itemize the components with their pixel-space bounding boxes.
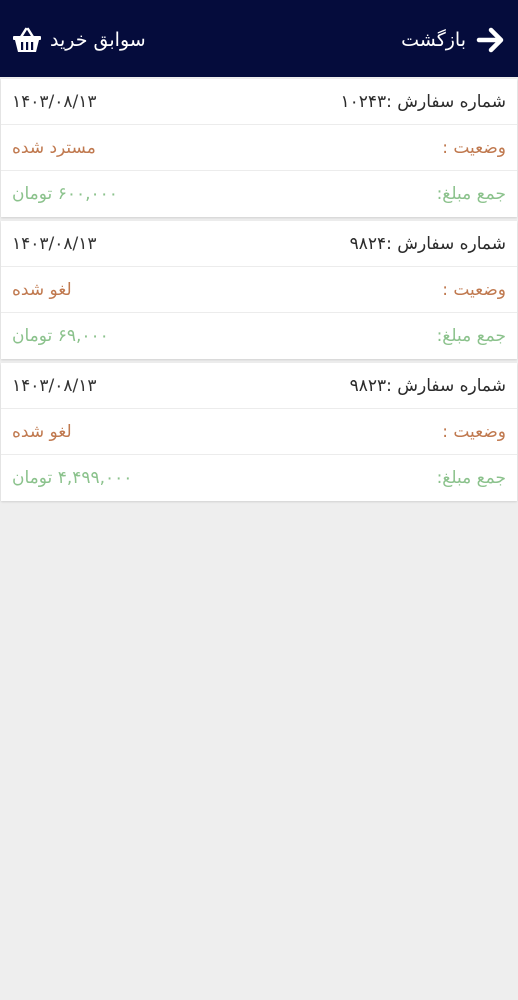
order-number: شماره سفارش :۹۸۲۴ bbox=[349, 233, 506, 254]
shopping-basket-icon bbox=[13, 27, 41, 52]
order-status-value: لغو شده bbox=[12, 279, 72, 300]
order-card[interactable]: ۱۴۰۳/۰۸/۱۳ شماره سفارش :۱۰۲۴۳ مسترد شده … bbox=[1, 79, 517, 217]
arrow-right-icon bbox=[476, 27, 504, 53]
order-amount-value: ۶۰۰,۰۰۰ تومان bbox=[12, 184, 118, 204]
back-label: بازگشت bbox=[401, 29, 466, 51]
order-status-value: لغو شده bbox=[12, 421, 72, 442]
order-amount-row: ۴,۴۹۹,۰۰۰ تومان جمع مبلغ: bbox=[1, 455, 517, 501]
order-amount-row: ۶۹,۰۰۰ تومان جمع مبلغ: bbox=[1, 313, 517, 359]
order-amount-value: ۶۹,۰۰۰ تومان bbox=[12, 326, 109, 346]
order-status-row: مسترد شده وضعیت : bbox=[1, 125, 517, 171]
order-status-label: وضعیت : bbox=[442, 279, 506, 300]
order-amount-label: جمع مبلغ: bbox=[436, 184, 506, 204]
order-card[interactable]: ۱۴۰۳/۰۸/۱۳ شماره سفارش :۹۸۲۳ لغو شده وضع… bbox=[1, 363, 517, 501]
order-status-row: لغو شده وضعیت : bbox=[1, 409, 517, 455]
purchase-history-title[interactable]: سوابق خرید bbox=[12, 24, 146, 56]
purchase-history-label: سوابق خرید bbox=[50, 29, 146, 51]
order-number-row: ۱۴۰۳/۰۸/۱۳ شماره سفارش :۱۰۲۴۳ bbox=[1, 79, 517, 125]
order-status-row: لغو شده وضعیت : bbox=[1, 267, 517, 313]
order-amount-value: ۴,۴۹۹,۰۰۰ تومان bbox=[12, 468, 133, 488]
order-status-value: مسترد شده bbox=[12, 137, 96, 158]
order-number: شماره سفارش :۱۰۲۴۳ bbox=[340, 91, 506, 112]
order-amount-row: ۶۰۰,۰۰۰ تومان جمع مبلغ: bbox=[1, 171, 517, 217]
order-date: ۱۴۰۳/۰۸/۱۳ bbox=[12, 233, 97, 254]
order-number-row: ۱۴۰۳/۰۸/۱۳ شماره سفارش :۹۸۲۴ bbox=[1, 221, 517, 267]
order-card[interactable]: ۱۴۰۳/۰۸/۱۳ شماره سفارش :۹۸۲۴ لغو شده وضع… bbox=[1, 221, 517, 359]
order-status-label: وضعیت : bbox=[442, 421, 506, 442]
order-list: ۱۴۰۳/۰۸/۱۳ شماره سفارش :۱۰۲۴۳ مسترد شده … bbox=[1, 79, 517, 505]
order-amount-label: جمع مبلغ: bbox=[436, 326, 506, 346]
order-amount-label: جمع مبلغ: bbox=[436, 468, 506, 488]
back-button[interactable]: بازگشت bbox=[401, 24, 506, 56]
order-number: شماره سفارش :۹۸۲۳ bbox=[349, 375, 506, 396]
order-date: ۱۴۰۳/۰۸/۱۳ bbox=[12, 91, 97, 112]
order-status-label: وضعیت : bbox=[442, 137, 506, 158]
order-number-row: ۱۴۰۳/۰۸/۱۳ شماره سفارش :۹۸۲۳ bbox=[1, 363, 517, 409]
order-date: ۱۴۰۳/۰۸/۱۳ bbox=[12, 375, 97, 396]
app-header: بازگشت سوابق خرید bbox=[0, 0, 518, 77]
